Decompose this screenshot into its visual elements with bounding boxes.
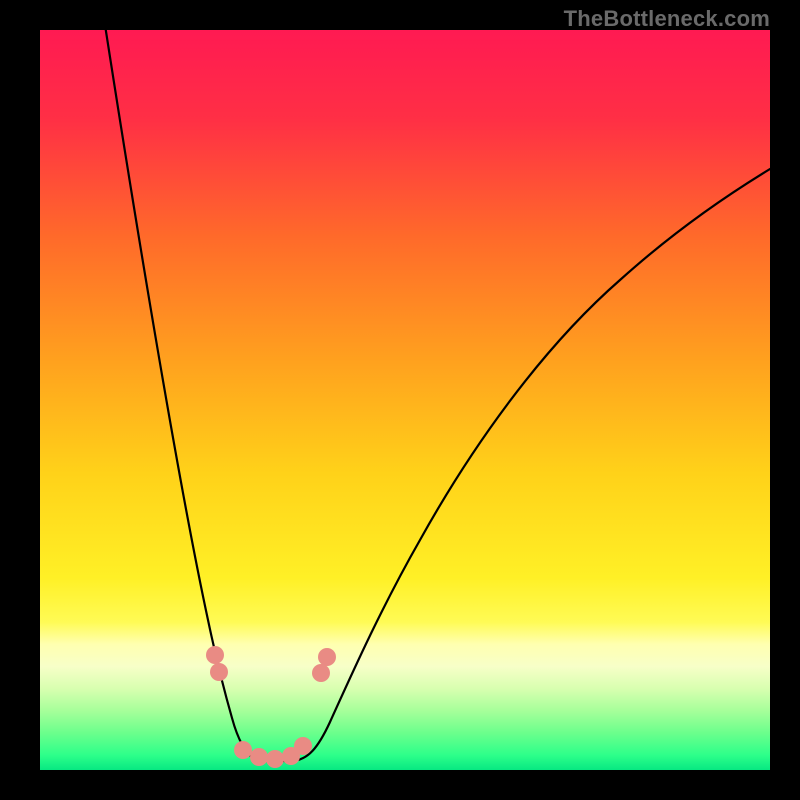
curve-left-branch [105,30,272,761]
chart-frame: TheBottleneck.com [0,0,800,800]
bottleneck-curve-layer [40,30,770,770]
curve-right-branch [272,166,770,761]
plot-area [40,30,770,770]
watermark-text: TheBottleneck.com [564,6,770,32]
data-markers [206,646,336,768]
